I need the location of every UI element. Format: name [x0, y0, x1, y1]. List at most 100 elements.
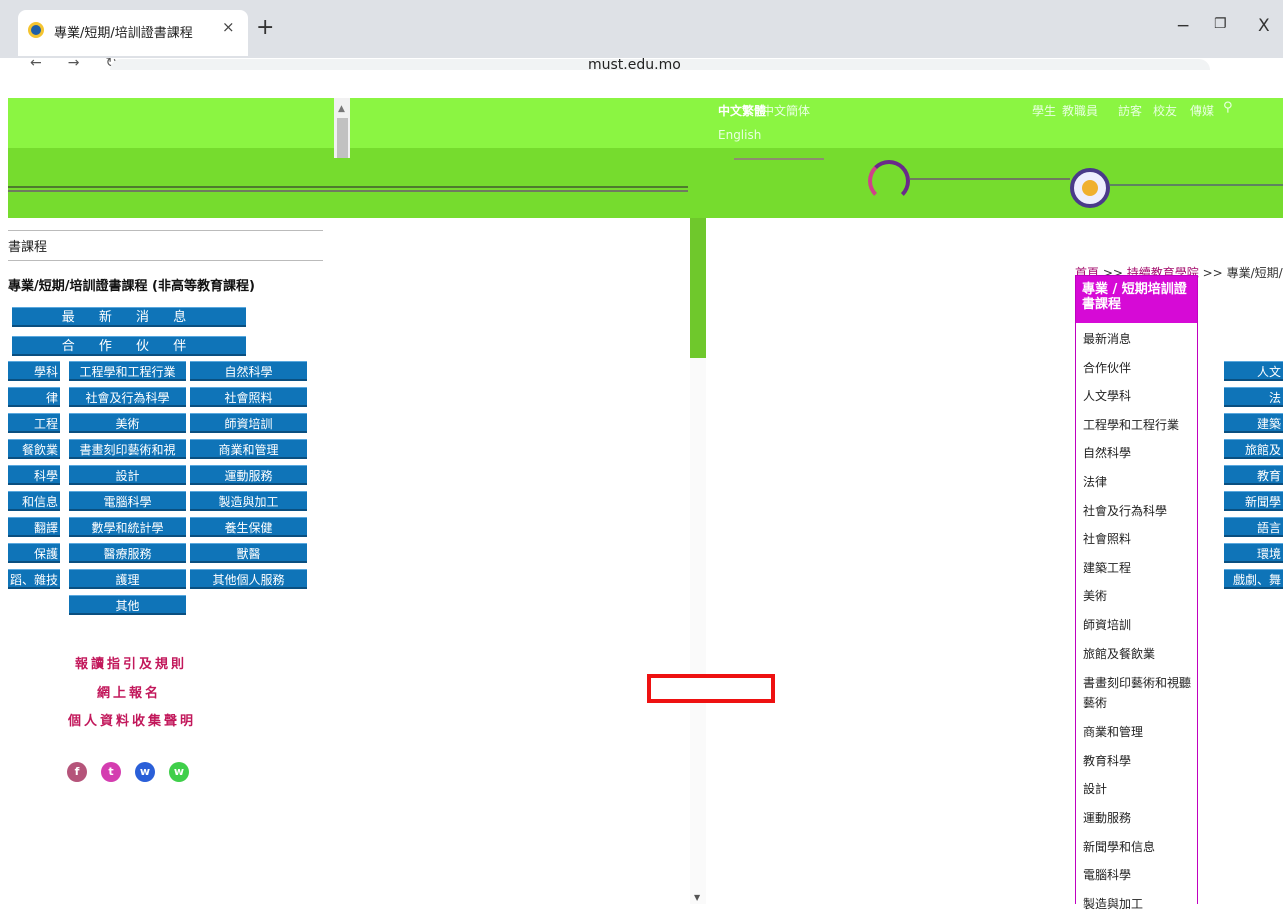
side-menu: 專業 / 短期培訓證書課程 最新消息 合作伙伴 人文學科 工程學和工程行業 自然科學 法律…: [1075, 275, 1198, 911]
scroll-down-arrow-icon[interactable]: ▼: [694, 893, 700, 902]
side-menu-item[interactable]: 最新消息: [1083, 330, 1131, 347]
category-button[interactable]: 語言: [1224, 517, 1283, 537]
category-button[interactable]: 其他個人服務: [190, 569, 307, 589]
side-menu-item[interactable]: 社會照料: [1083, 530, 1131, 547]
side-menu-item[interactable]: 人文學科: [1083, 387, 1131, 404]
category-button[interactable]: 醫療服務: [69, 543, 186, 563]
frame-scrollbar-thumb[interactable]: [337, 118, 348, 158]
category-button[interactable]: 自然科學: [190, 361, 307, 381]
category-button[interactable]: 養生保健: [190, 517, 307, 537]
side-menu-item[interactable]: 社會及行為科學: [1083, 502, 1167, 519]
side-menu-item[interactable]: 新聞學和信息: [1083, 838, 1155, 855]
side-menu-item[interactable]: 自然科學: [1083, 444, 1131, 461]
category-button[interactable]: 科學: [8, 465, 60, 485]
wechat-icon[interactable]: w: [135, 762, 155, 782]
category-button[interactable]: 運動服務: [190, 465, 307, 485]
tab-title: 專業/短期/培訓證書課程: [54, 26, 193, 41]
category-button[interactable]: 電腦科學: [69, 491, 186, 511]
tab-close-icon[interactable]: ×: [222, 18, 235, 36]
category-button[interactable]: 製造與加工: [190, 491, 307, 511]
side-menu-item[interactable]: 教育科學: [1083, 752, 1131, 769]
side-menu-item[interactable]: 旅館及餐飲業: [1083, 645, 1155, 662]
twitter-icon[interactable]: t: [101, 762, 121, 782]
breadcrumb-current: 專業/短期/培訓證: [1226, 266, 1283, 280]
header-divider: [1110, 184, 1283, 186]
divider: [8, 230, 323, 231]
side-menu-item[interactable]: 運動服務: [1083, 809, 1131, 826]
category-button[interactable]: 美術: [69, 413, 186, 433]
category-button[interactable]: 商業和管理: [190, 439, 307, 459]
category-button[interactable]: 蹈、雜技: [8, 569, 60, 589]
side-menu-item[interactable]: 美術: [1083, 587, 1107, 604]
close-window-button[interactable]: X: [1258, 16, 1270, 36]
category-button[interactable]: 獸醫: [190, 543, 307, 563]
page-scrollbar[interactable]: [690, 358, 706, 904]
university-seal-icon[interactable]: [1070, 168, 1110, 208]
side-menu-item[interactable]: 商業和管理: [1083, 723, 1143, 740]
side-menu-item[interactable]: 建築工程: [1083, 559, 1131, 576]
category-button[interactable]: 數學和統計學: [69, 517, 186, 537]
category-button[interactable]: 人文: [1224, 361, 1283, 381]
side-menu-item[interactable]: 書畫刻印藝術和視聽藝術: [1083, 673, 1195, 713]
category-button[interactable]: 社會及行為科學: [69, 387, 186, 407]
lang-traditional-link[interactable]: 中文繁體: [718, 102, 766, 119]
category-button[interactable]: 社會照料: [190, 387, 307, 407]
address-bar[interactable]: must.edu.mo: [110, 58, 1210, 70]
category-button[interactable]: 新聞學: [1224, 491, 1283, 511]
category-button[interactable]: 設計: [69, 465, 186, 485]
category-button[interactable]: 建築: [1224, 413, 1283, 433]
partners-button[interactable]: 合 作 伙 伴: [12, 336, 246, 356]
category-button[interactable]: 法: [1224, 387, 1283, 407]
category-button[interactable]: 學科: [8, 361, 60, 381]
minimize-button[interactable]: −: [1176, 16, 1190, 36]
browser-toolbar: ←→↻ must.edu.mo: [0, 58, 1283, 70]
latest-news-button[interactable]: 最 新 消 息: [12, 307, 246, 327]
side-menu-item[interactable]: 電腦科學: [1083, 866, 1131, 883]
top-link-alumni[interactable]: 校友: [1153, 102, 1177, 119]
browser-tab-bar: 專業/短期/培訓證書課程 × + − ❐ X: [0, 0, 1283, 58]
side-menu-item[interactable]: 設計: [1083, 780, 1107, 797]
online-registration-link[interactable]: 網上報名: [97, 682, 161, 701]
side-menu-item[interactable]: 合作伙伴: [1083, 359, 1131, 376]
scroll-up-arrow-icon[interactable]: ▲: [338, 104, 345, 114]
facebook-icon[interactable]: f: [67, 762, 87, 782]
category-button[interactable]: 戲劇、舞: [1224, 569, 1283, 589]
category-button[interactable]: 護理: [69, 569, 186, 589]
category-button[interactable]: 工程: [8, 413, 60, 433]
university-logo-icon[interactable]: [868, 160, 910, 202]
category-button[interactable]: 保護: [8, 543, 60, 563]
top-link-visitors[interactable]: 訪客: [1118, 102, 1142, 119]
restore-button[interactable]: ❐: [1214, 16, 1227, 32]
top-link-staff[interactable]: 教職員: [1062, 102, 1098, 119]
category-button[interactable]: 師資培訓: [190, 413, 307, 433]
browser-tab[interactable]: 專業/短期/培訓證書課程 ×: [18, 10, 248, 56]
side-menu-item[interactable]: 師資培訓: [1083, 616, 1131, 633]
category-button[interactable]: 和信息: [8, 491, 60, 511]
top-link-media[interactable]: 傳媒: [1190, 102, 1214, 119]
side-menu-item[interactable]: 法律: [1083, 473, 1107, 490]
lang-simplified-link[interactable]: 中文簡体: [762, 102, 810, 119]
enrolment-guide-link[interactable]: 報讀指引及規則: [75, 653, 187, 672]
top-link-students[interactable]: 學生: [1032, 102, 1056, 119]
lang-english-link[interactable]: English: [718, 128, 761, 142]
side-menu-item[interactable]: 製造與加工: [1083, 895, 1143, 912]
category-button[interactable]: 書畫刻印藝術和視: [69, 439, 186, 459]
category-button[interactable]: 翻譯: [8, 517, 60, 537]
new-tab-button[interactable]: +: [256, 17, 274, 39]
category-button[interactable]: 工程學和工程行業: [69, 361, 186, 381]
category-button[interactable]: 環境: [1224, 543, 1283, 563]
privacy-statement-link[interactable]: 個人資料收集聲明: [68, 710, 196, 729]
search-icon[interactable]: ⚲: [1223, 100, 1233, 115]
category-button[interactable]: 教育: [1224, 465, 1283, 485]
divider: [8, 260, 323, 261]
side-menu-item[interactable]: 工程學和工程行業: [1083, 416, 1179, 433]
page-scrollbar-thumb[interactable]: [690, 218, 706, 358]
category-button[interactable]: 律: [8, 387, 60, 407]
page-title: 專業/短期/培訓證書課程 (非高等教育課程): [8, 279, 255, 294]
category-button[interactable]: 旅館及: [1224, 439, 1283, 459]
url-text: must.edu.mo: [588, 58, 681, 70]
other-category-button[interactable]: 其他: [69, 595, 186, 615]
weibo-icon[interactable]: w: [169, 762, 189, 782]
header-divider: [734, 158, 824, 160]
category-button[interactable]: 餐飲業: [8, 439, 60, 459]
